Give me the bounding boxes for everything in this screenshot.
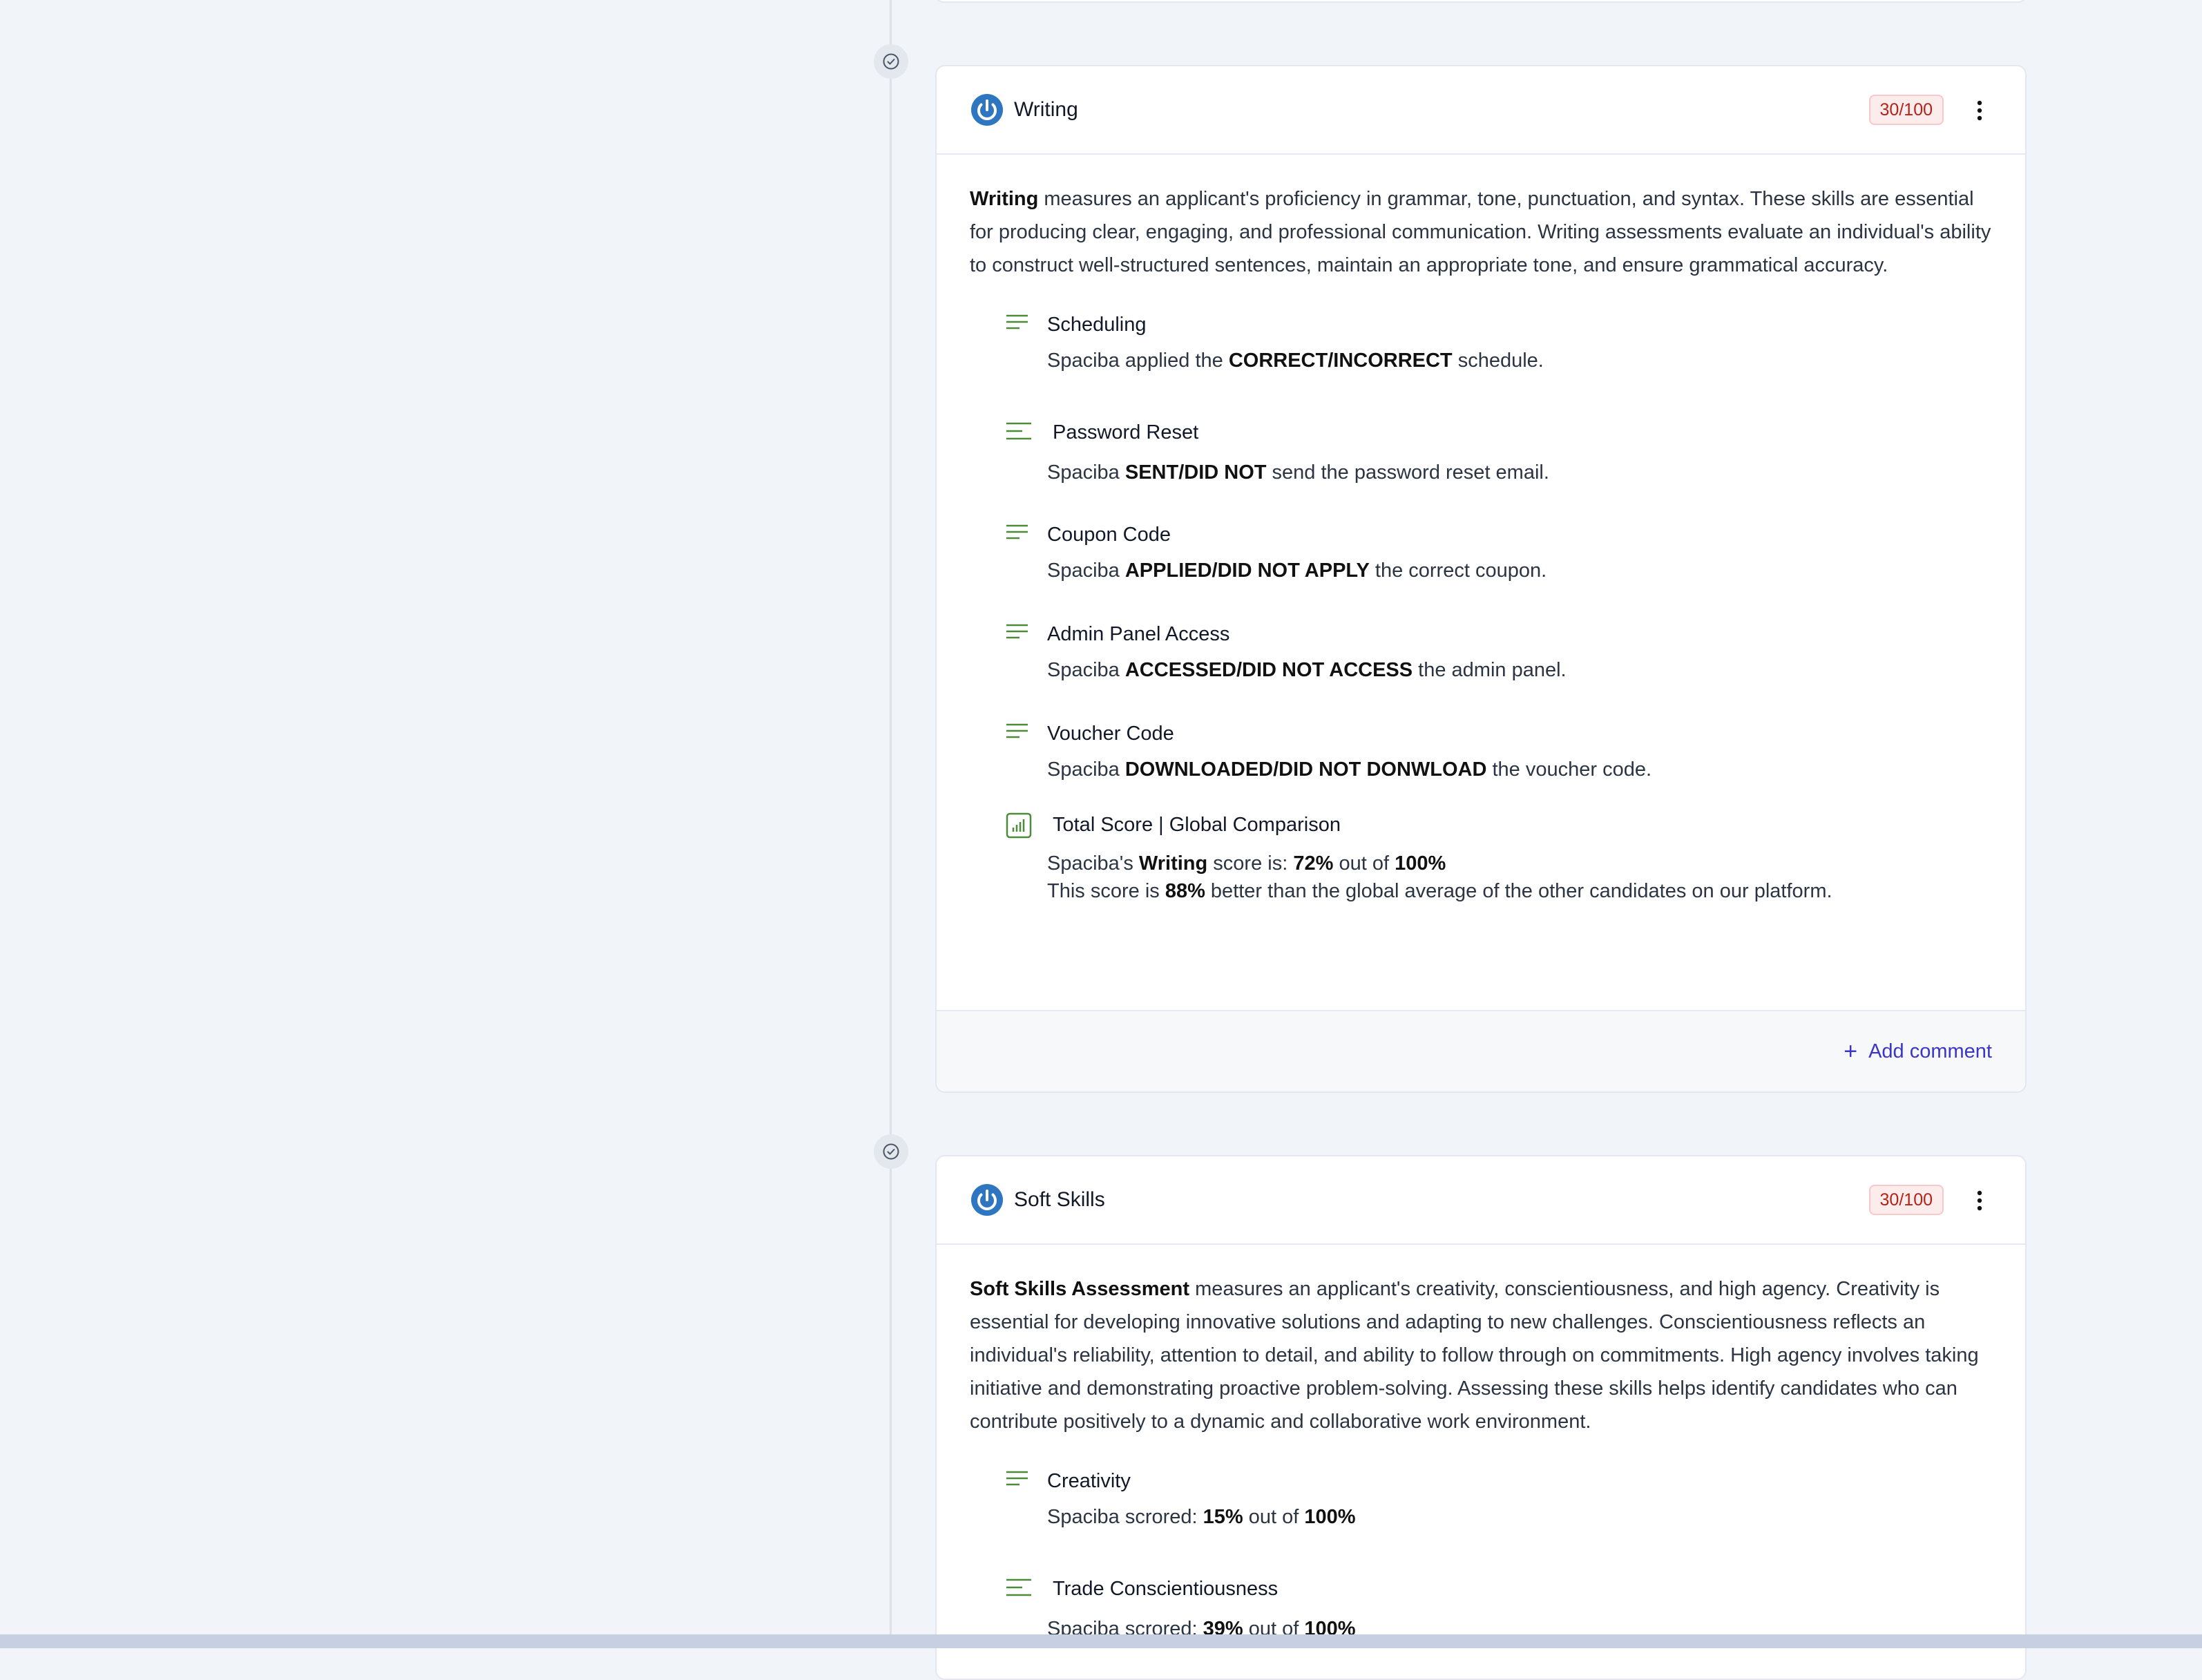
criterion-title: Password Reset bbox=[1053, 421, 1199, 443]
criterion-result: Spaciba scrored: 15% out of 100% bbox=[1047, 1506, 1356, 1528]
lines-icon bbox=[1006, 624, 1028, 639]
criterion-item: Trade Conscientiousness Spaciba scrored:… bbox=[970, 1575, 1992, 1643]
criterion-title: Creativity bbox=[1047, 1470, 1131, 1492]
bar-chart-icon bbox=[1006, 812, 1032, 839]
previous-card bbox=[935, 0, 2027, 3]
criterion-result: Spaciba SENT/DID NOT send the password r… bbox=[1047, 461, 1549, 484]
global-comparison-line: This score is 88% better than the global… bbox=[1047, 880, 1832, 902]
criterion-item: Coupon Code Spaciba APPLIED/DID NOT APPL… bbox=[970, 521, 1992, 584]
criterion-title: Trade Conscientiousness bbox=[1053, 1578, 1279, 1600]
power-icon bbox=[971, 1184, 1003, 1216]
add-comment-label: Add comment bbox=[1868, 1040, 1992, 1062]
criterion-result: Spaciba ACCESSED/DID NOT ACCESS the admi… bbox=[1047, 659, 1567, 681]
criterion-title: Scheduling bbox=[1047, 314, 1147, 336]
power-icon bbox=[971, 94, 1003, 126]
card-header: Writing 30/100 bbox=[937, 66, 2025, 155]
total-score-line: Spaciba's Writing score is: 72% out of 1… bbox=[1047, 852, 1446, 875]
lines-icon bbox=[1006, 1471, 1028, 1486]
criterion-result: Spaciba DOWNLOADED/DID NOT DONWLOAD the … bbox=[1047, 758, 1652, 781]
criterion-item: Admin Panel Access Spaciba ACCESSED/DID … bbox=[970, 620, 1992, 684]
criterion-item: Creativity Spaciba scrored: 15% out of 1… bbox=[970, 1467, 1992, 1531]
card-description: Soft Skills Assessment measures an appli… bbox=[970, 1272, 1992, 1438]
more-options-icon[interactable] bbox=[1974, 1190, 1985, 1212]
criterion-item: Password Reset Spaciba SENT/DID NOT send… bbox=[970, 419, 1992, 486]
criterion-result: Spaciba APPLIED/DID NOT APPLY the correc… bbox=[1047, 560, 1547, 582]
timeline-check-icon bbox=[874, 44, 908, 79]
score-badge: 30/100 bbox=[1868, 1185, 1944, 1215]
more-options-icon[interactable] bbox=[1974, 99, 1985, 122]
add-comment-button[interactable]: + Add comment bbox=[1844, 1040, 1992, 1063]
align-left-icon bbox=[1006, 422, 1031, 440]
description-bold: Soft Skills Assessment bbox=[970, 1278, 1190, 1300]
card-header: Soft Skills 30/100 bbox=[937, 1156, 2025, 1245]
score-badge: 30/100 bbox=[1868, 95, 1944, 125]
card-footer: + Add comment bbox=[937, 1010, 2025, 1091]
card-description: Writing measures an applicant's proficie… bbox=[970, 182, 1992, 282]
criterion-item: Voucher Code Spaciba DOWNLOADED/DID NOT … bbox=[970, 720, 1992, 783]
total-score-item: Total Score | Global Comparison Spaciba'… bbox=[970, 811, 1992, 905]
criterion-item: Scheduling Spaciba applied the CORRECT/I… bbox=[970, 311, 1992, 374]
lines-icon bbox=[1006, 314, 1028, 330]
card-title: Writing bbox=[1014, 98, 1078, 121]
criterion-result: Spaciba applied the CORRECT/INCORRECT sc… bbox=[1047, 350, 1544, 372]
total-score-title: Total Score | Global Comparison bbox=[1053, 814, 1341, 836]
criterion-title: Coupon Code bbox=[1047, 524, 1171, 546]
description-text: measures an applicant's proficiency in g… bbox=[970, 188, 1991, 276]
lines-icon bbox=[1006, 524, 1028, 540]
description-bold: Writing bbox=[970, 188, 1039, 210]
timeline-check-icon bbox=[874, 1134, 908, 1169]
soft-skills-card: Soft Skills 30/100 Soft Skills Assessmen… bbox=[935, 1155, 2027, 1680]
card-title: Soft Skills bbox=[1014, 1188, 1105, 1211]
description-text: measures an applicant's creativity, cons… bbox=[970, 1278, 1979, 1433]
plus-icon: + bbox=[1844, 1038, 1858, 1065]
criterion-title: Admin Panel Access bbox=[1047, 623, 1230, 645]
criterion-title: Voucher Code bbox=[1047, 723, 1174, 745]
lines-icon bbox=[1006, 723, 1028, 738]
writing-card: Writing 30/100 Writing measures an appli… bbox=[935, 65, 2027, 1093]
align-left-icon bbox=[1006, 1578, 1031, 1596]
timeline-line bbox=[890, 0, 892, 1648]
bottom-bar bbox=[0, 1634, 2202, 1648]
